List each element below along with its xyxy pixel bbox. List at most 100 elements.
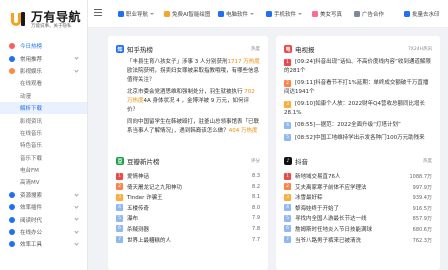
sidebar-item-label: 动漫 xyxy=(20,93,32,100)
score-value: 939.4万 xyxy=(412,195,432,202)
card-title: 知乎热榜 xyxy=(127,46,153,54)
logo[interactable]: 万有导航 万能说事，关于隐私 xyxy=(0,0,87,40)
nav-item-icon xyxy=(218,11,224,17)
sidebar-item[interactable]: 音乐下载 xyxy=(0,152,87,164)
list-item[interactable]: 3 同向中国留学生在韩被殴打，驻釜山总领事馆表「已联系当事人了解情况」，遇到韩裔该… xyxy=(116,118,260,136)
sidebar-item[interactable]: 常用推荐 xyxy=(0,52,87,64)
list-item[interactable]: 6 詹姆斯时任地炎入节日技能满球 680.6万 xyxy=(284,225,432,236)
list-item[interactable]: 4 [08:55]—据范：2022全面升级“灯塔计划” xyxy=(284,121,432,130)
sidebar-item-label: 音乐下载 xyxy=(20,155,43,162)
score-value: 7.9 xyxy=(252,215,260,222)
list-item-title: [08:55]—据范：2022全面升级“灯塔计划” xyxy=(295,122,401,128)
nav-item[interactable]: 批量去水印 xyxy=(404,9,440,19)
list-item[interactable]: 3 [09:10]如康个人放：2022财年Q4营收总额同比增长28.1% xyxy=(284,100,432,117)
list-item[interactable]: 5 寻找内全国人游最长节达一线 857.9万 xyxy=(284,214,432,225)
sidebar-item[interactable]: 效率插件 xyxy=(0,201,87,213)
list-item-title-cont: 4A 身体状况 4 ，金博洋被 9 万元，如何评价？ xyxy=(127,98,250,113)
list-item[interactable]: 6 杀贼测器 7.8 xyxy=(116,225,260,236)
card-title: 豆瓣新片榜 xyxy=(127,158,160,166)
list-item[interactable]: 2 北京市委会党酒思维和强制处分，羽生就被执行 702 万热度4A 身体状况 4 … xyxy=(116,88,260,115)
menu-toggle-icon[interactable] xyxy=(94,9,102,18)
list-item-text: 同向中国留学生在韩被殴打，驻釜山总领事馆表「已联系当事人了解情况」，遇到韩裔该怎… xyxy=(116,118,260,136)
list-item[interactable]: 2 艾夫离家寒子前体不应学理法 997.9万 xyxy=(284,183,432,194)
sidebar-item-label: 在线办公 xyxy=(20,230,43,237)
sidebar-item[interactable]: 影视资讯 xyxy=(0,114,87,126)
rank-badge: 3 xyxy=(284,193,291,201)
douban-card: 豆 豆瓣新片榜 评分 1 爱情神话 8.3 2 倚天屠龙记之九阳神功 8.2 3 Tinder… xyxy=(108,148,268,270)
list-item[interactable]: 7 世界上最糟糕的人 7.7 xyxy=(116,236,260,247)
list-item-title: [08:52]中国工地维持学出示发各种门100万元助残来 xyxy=(295,134,425,141)
sidebar-item-icon xyxy=(9,241,15,248)
list-item[interactable]: 1 爱情神话 8.3 xyxy=(116,172,260,183)
nav-item-label: 手机软件 xyxy=(274,12,297,18)
chevron-down-icon xyxy=(250,13,255,15)
sidebar-item-icon xyxy=(9,191,15,198)
sidebar-item[interactable]: 高清MV xyxy=(0,176,87,188)
rank-badge: 7 xyxy=(284,236,291,244)
list-item-title: 当爷八路男子裤来已被清洗 xyxy=(295,237,362,244)
nav-item[interactable]: 电脑软件 xyxy=(218,9,255,19)
chevron-down-icon xyxy=(74,216,79,222)
chevron-down-icon xyxy=(298,13,303,15)
score-value: 7.7 xyxy=(252,236,260,243)
sidebar-item[interactable]: 影视娱乐 xyxy=(0,65,87,77)
sidebar-item[interactable]: 在线观看 xyxy=(0,77,87,89)
sidebar-item[interactable]: 电台FM xyxy=(0,164,87,176)
nav-item[interactable]: 职业导航 xyxy=(118,9,155,19)
score-value: 8.0 xyxy=(252,204,260,211)
list-item[interactable]: 1 新地域交易直76人 1088.7万 xyxy=(284,172,432,183)
nav-item[interactable]: 免费AI智能绘图 xyxy=(164,9,210,19)
sidebar-item-icon xyxy=(9,229,15,236)
list-item-title: 爱情神话 xyxy=(127,174,150,180)
card-meta: 7X24H热讯 xyxy=(407,47,432,52)
nav-item-icon xyxy=(312,11,318,17)
rank-badge: 2 xyxy=(116,183,123,191)
list-item[interactable]: 1 [09:24]抖音出现“话仙、不高价度线内容”收到通道解限的281个 xyxy=(284,58,432,75)
nav-item-label: 美女写真 xyxy=(320,12,343,18)
zhihu-logo-icon: 知 xyxy=(116,45,124,53)
nav-item[interactable]: 美女写真 xyxy=(312,9,342,19)
sidebar-item[interactable]: 在线办公 xyxy=(0,226,87,238)
list-item-text: 北京市委会党酒思维和强制处分，羽生就被执行 702 万热度4A 身体状况 4 ，… xyxy=(116,88,260,115)
list-item[interactable]: 3 冰雪最好粽 939.4万 xyxy=(284,193,432,204)
sidebar-item[interactable]: 在线音乐 xyxy=(0,127,87,139)
rank-badge: 1 xyxy=(118,60,121,65)
nav-item[interactable]: 手机软件 xyxy=(266,9,303,19)
score-value: 916.5万 xyxy=(412,205,432,212)
rank-badge: 4 xyxy=(116,204,123,212)
nav-item[interactable]: 广告合作 xyxy=(354,9,384,19)
chevron-down-icon xyxy=(74,68,79,73)
list-item-title: 倚天屠龙记之九阳神功 xyxy=(127,184,183,191)
sidebar-item[interactable]: 动漫 xyxy=(0,90,87,102)
nav-item-label: 电脑软件 xyxy=(226,12,249,18)
sidebar-item[interactable]: 阅读时代 xyxy=(0,213,87,225)
nav-item-icon xyxy=(164,11,170,17)
list-item[interactable]: 4 五楼传奇 8.0 xyxy=(116,204,260,215)
sidebar-item[interactable]: 今日热榜 xyxy=(0,40,87,52)
list-item[interactable]: 2 倚天屠龙记之九阳神功 8.2 xyxy=(116,183,260,194)
list-item[interactable]: 5 瀑布 7.9 xyxy=(116,214,260,225)
news-card: 电 电视报 7X24H热讯 1 [09:24]抖音出现“话仙、不高价度线内容”收到… xyxy=(276,36,440,167)
list-item[interactable]: 3 Tinder 诈骗王 8.1 xyxy=(116,193,260,204)
rank-badge: 1 xyxy=(284,172,291,180)
list-item-title: 黎海娃终于开始了 xyxy=(295,205,340,212)
list-item-title: Tinder 诈骗王 xyxy=(127,195,163,202)
sidebar-item[interactable]: 效率工具 xyxy=(0,238,87,250)
sidebar-item[interactable]: 资源搜索 xyxy=(0,189,87,201)
sidebar-item-label: 今日热榜 xyxy=(20,44,43,51)
sidebar-item-icon xyxy=(9,55,15,62)
sidebar-item[interactable]: 解析下载 xyxy=(0,101,87,115)
list-item-title: [09:24]抖音出现“话仙、不高价度线内容”收到通道解限的281个 xyxy=(284,59,431,74)
list-item[interactable]: 5 [08:52]中国工地维持学出示发各种门100万元助残来 xyxy=(284,134,432,143)
list-item[interactable]: 2 [09:11]抖音看节不打1%延期：单终成交额破千万直播间达1941个 xyxy=(284,79,432,96)
sidebar-item-icon xyxy=(9,216,15,223)
list-item[interactable]: 4 黎海娃终于开始了 916.5万 xyxy=(284,204,432,215)
list-item-title: 寻找内全国人游最长节达一线 xyxy=(295,216,367,223)
rank-badge: 4 xyxy=(284,204,291,212)
hot-value: 1717 万热度 xyxy=(227,59,260,65)
list-item[interactable]: 1 「丰县生育八孩女子」涉事 3 人分别获刑1717 万热度欧法院获明，拐卖妇女罪… xyxy=(116,58,260,85)
list-item[interactable]: 7 当爷八路男子裤来已被清洗 762.3万 xyxy=(284,236,432,247)
rank-badge: 1 xyxy=(284,58,291,66)
sidebar-item[interactable]: 特色音乐 xyxy=(0,139,87,151)
nav-item-label: 免费AI智能绘图 xyxy=(172,12,211,18)
